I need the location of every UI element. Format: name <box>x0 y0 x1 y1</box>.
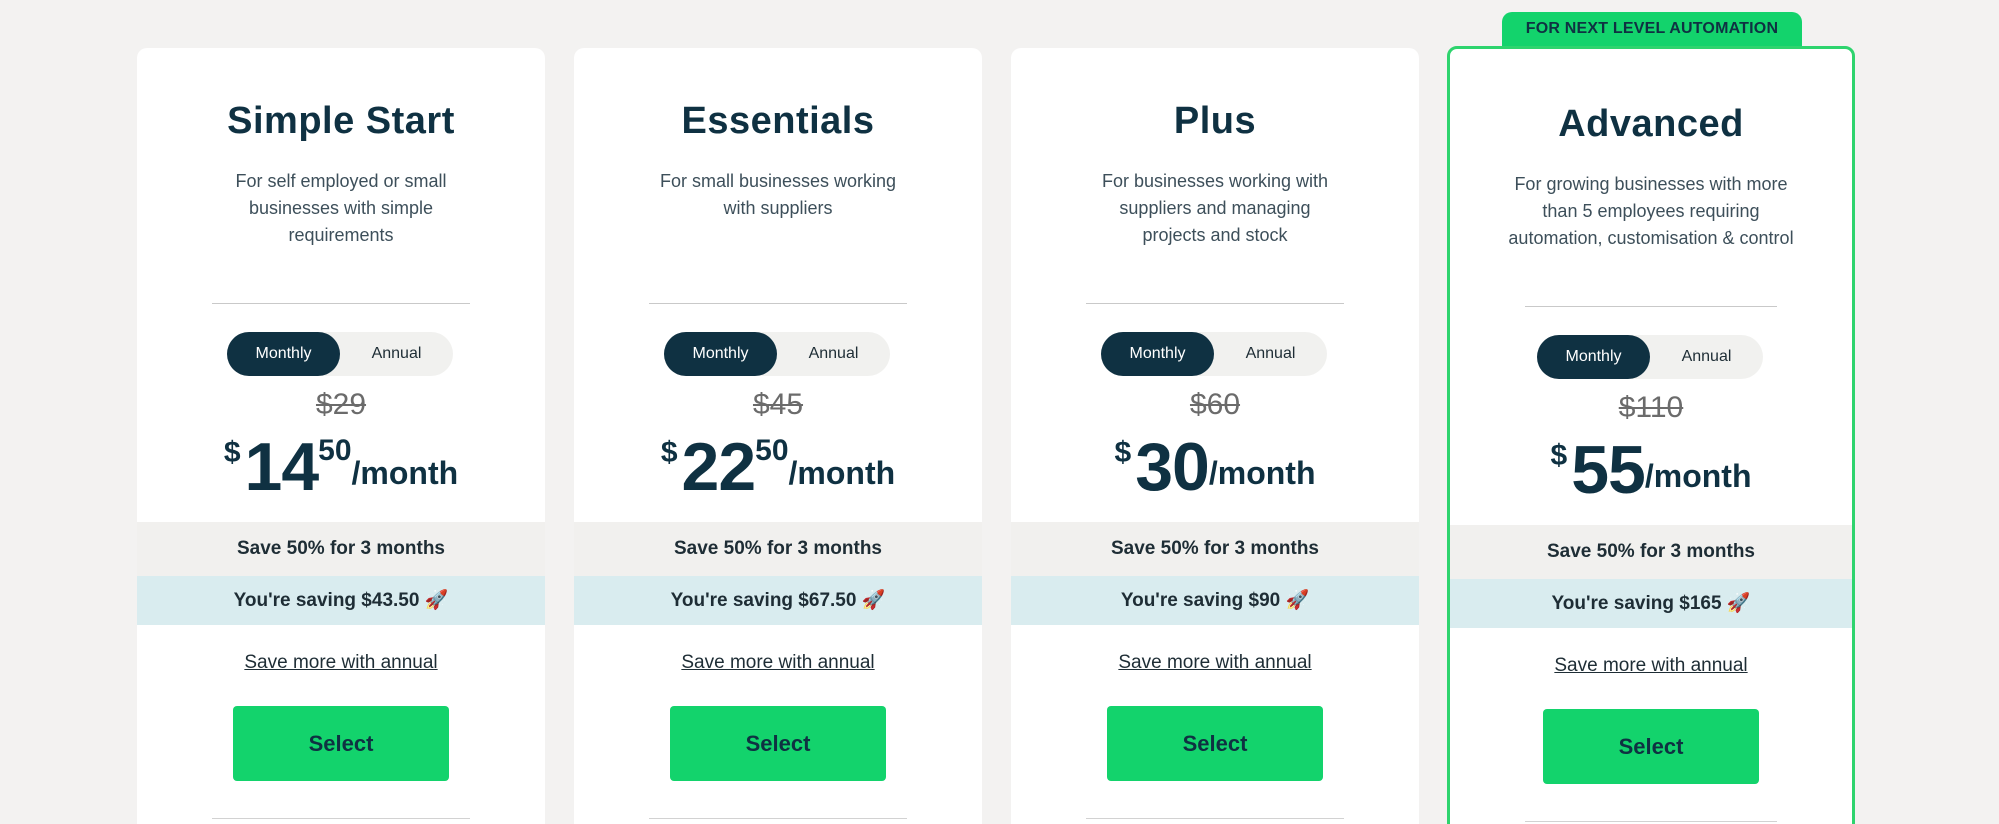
currency-symbol: $ <box>1114 436 1132 469</box>
toggle-annual[interactable]: Annual <box>1650 335 1763 379</box>
save-more-annual-link[interactable]: Save more with annual <box>1011 652 1419 674</box>
toggle-monthly[interactable]: Monthly <box>227 332 340 376</box>
select-button[interactable]: Select <box>233 706 449 781</box>
original-price: $45 <box>752 388 804 421</box>
promo-strip: Save 50% for 3 months <box>1011 522 1419 576</box>
select-button[interactable]: Select <box>1107 706 1323 781</box>
plan-card-plus: Plus For businesses working with supplie… <box>1011 48 1419 824</box>
current-price: $2250/month <box>574 428 982 506</box>
featured-banner: FOR NEXT LEVEL AUTOMATION <box>1502 12 1802 48</box>
billing-toggle[interactable]: Monthly Annual <box>227 332 453 376</box>
price-amount: 22 <box>681 429 757 505</box>
currency-symbol: $ <box>223 436 241 469</box>
plan-card-simple-start: Simple Start For self employed or small … <box>137 48 545 824</box>
divider <box>212 303 470 304</box>
original-price: $60 <box>1189 388 1241 421</box>
price-period: /month <box>1644 458 1752 494</box>
saving-strip: You're saving $43.50 🚀 <box>137 576 545 625</box>
promo-strip: Save 50% for 3 months <box>1450 525 1852 579</box>
billing-toggle[interactable]: Monthly Annual <box>664 332 890 376</box>
divider <box>649 303 907 304</box>
toggle-monthly[interactable]: Monthly <box>1101 332 1214 376</box>
saving-strip: You're saving $90 🚀 <box>1011 576 1419 625</box>
current-price: $30/month <box>1011 428 1419 506</box>
original-price: $29 <box>315 388 367 421</box>
save-more-annual-link[interactable]: Save more with annual <box>574 652 982 674</box>
saving-strip: You're saving $165 🚀 <box>1450 579 1852 628</box>
promo-strip: Save 50% for 3 months <box>137 522 545 576</box>
divider <box>1086 818 1344 819</box>
current-price: $55/month <box>1450 431 1852 509</box>
save-more-annual-link[interactable]: Save more with annual <box>137 652 545 674</box>
plan-description: For businesses working with suppliers an… <box>1101 171 1329 245</box>
toggle-annual[interactable]: Annual <box>340 332 453 376</box>
toggle-monthly[interactable]: Monthly <box>664 332 777 376</box>
plan-name: Essentials <box>681 100 875 142</box>
pricing-section: Simple Start For self employed or small … <box>0 0 1999 824</box>
original-price: $110 <box>1618 391 1684 424</box>
select-button[interactable]: Select <box>670 706 886 781</box>
current-price: $1450/month <box>137 428 545 506</box>
toggle-annual[interactable]: Annual <box>1214 332 1327 376</box>
toggle-annual[interactable]: Annual <box>777 332 890 376</box>
plan-name: Plus <box>1173 100 1257 142</box>
price-period: /month <box>1208 455 1316 491</box>
price-cents: 50 <box>318 434 352 467</box>
plan-description: For growing businesses with more than 5 … <box>1508 174 1794 248</box>
plan-name: Simple Start <box>227 100 455 142</box>
promo-strip: Save 50% for 3 months <box>574 522 982 576</box>
divider <box>649 818 907 819</box>
plan-description: For self employed or small businesses wi… <box>235 171 447 245</box>
currency-symbol: $ <box>660 436 678 469</box>
saving-strip: You're saving $67.50 🚀 <box>574 576 982 625</box>
price-amount: 30 <box>1135 429 1210 505</box>
divider <box>1086 303 1344 304</box>
plan-description: For small businesses working with suppli… <box>659 171 897 218</box>
plan-card-advanced: Advanced For growing businesses with mor… <box>1447 46 1855 824</box>
divider <box>1525 821 1777 822</box>
price-amount: 14 <box>244 429 320 505</box>
billing-toggle[interactable]: Monthly Annual <box>1537 335 1763 379</box>
plan-name: Advanced <box>1558 103 1744 145</box>
price-amount: 55 <box>1571 432 1646 508</box>
plan-card-essentials: Essentials For small businesses working … <box>574 48 982 824</box>
toggle-monthly[interactable]: Monthly <box>1537 335 1650 379</box>
divider <box>1525 306 1777 307</box>
price-cents: 50 <box>755 434 789 467</box>
currency-symbol: $ <box>1550 439 1568 472</box>
divider <box>212 818 470 819</box>
billing-toggle[interactable]: Monthly Annual <box>1101 332 1327 376</box>
save-more-annual-link[interactable]: Save more with annual <box>1450 655 1852 677</box>
price-period: /month <box>788 455 896 491</box>
price-period: /month <box>351 455 459 491</box>
select-button[interactable]: Select <box>1543 709 1759 784</box>
